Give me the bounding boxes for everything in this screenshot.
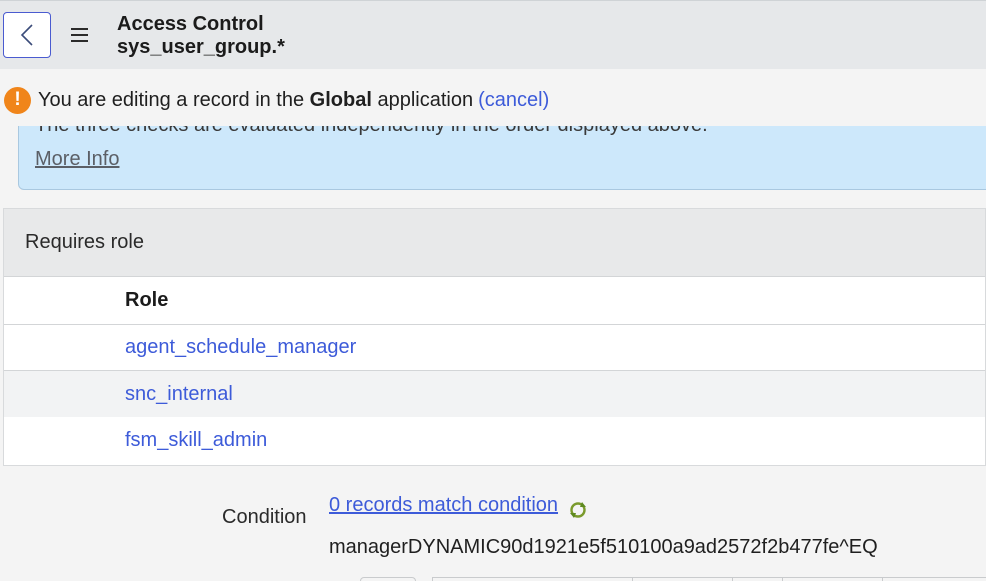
- role-column-header[interactable]: Role: [4, 277, 985, 325]
- table-row: fsm_skill_admin: [4, 417, 985, 463]
- cancel-link[interactable]: (cancel): [478, 89, 549, 111]
- table-row: agent_schedule_manager: [4, 325, 985, 371]
- form-header: Access Control sys_user_group.*: [0, 0, 986, 69]
- title-block: Access Control sys_user_group.*: [117, 13, 285, 58]
- info-text: The three checks are evaluated independe…: [35, 126, 708, 137]
- more-info-link[interactable]: More Info: [35, 148, 119, 171]
- chevron-left-icon: [20, 24, 33, 46]
- requires-role-panel: Requires role Role agent_schedule_manage…: [3, 208, 986, 466]
- page-title: Access Control: [117, 13, 264, 35]
- role-link[interactable]: agent_schedule_manager: [125, 336, 356, 359]
- role-link[interactable]: snc_internal: [125, 383, 233, 406]
- application-scope-notice: ! You are editing a record in the Global…: [0, 80, 986, 120]
- notice-prefix: You are editing a record in the: [38, 88, 310, 111]
- warning-icon: !: [4, 86, 31, 114]
- notice-text: You are editing a record in the Global a…: [38, 89, 549, 112]
- refresh-icon[interactable]: [568, 500, 588, 520]
- condition-value: managerDYNAMIC90d1921e5f510100a9ad2572f2…: [329, 536, 878, 558]
- record-name: sys_user_group.*: [117, 36, 285, 58]
- records-match-link[interactable]: 0 records match condition: [329, 494, 558, 517]
- table-row: snc_internal: [4, 371, 985, 417]
- hamburger-menu-icon[interactable]: [71, 25, 91, 45]
- condition-builder-edge: [360, 577, 986, 581]
- back-button[interactable]: [3, 12, 51, 58]
- condition-label: Condition: [222, 506, 307, 528]
- notice-application: Global: [309, 88, 372, 111]
- role-link[interactable]: fsm_skill_admin: [125, 429, 267, 452]
- info-message-box: The three checks are evaluated independe…: [18, 126, 986, 190]
- requires-role-header: Requires role: [4, 209, 985, 277]
- notice-suffix: application: [371, 88, 474, 111]
